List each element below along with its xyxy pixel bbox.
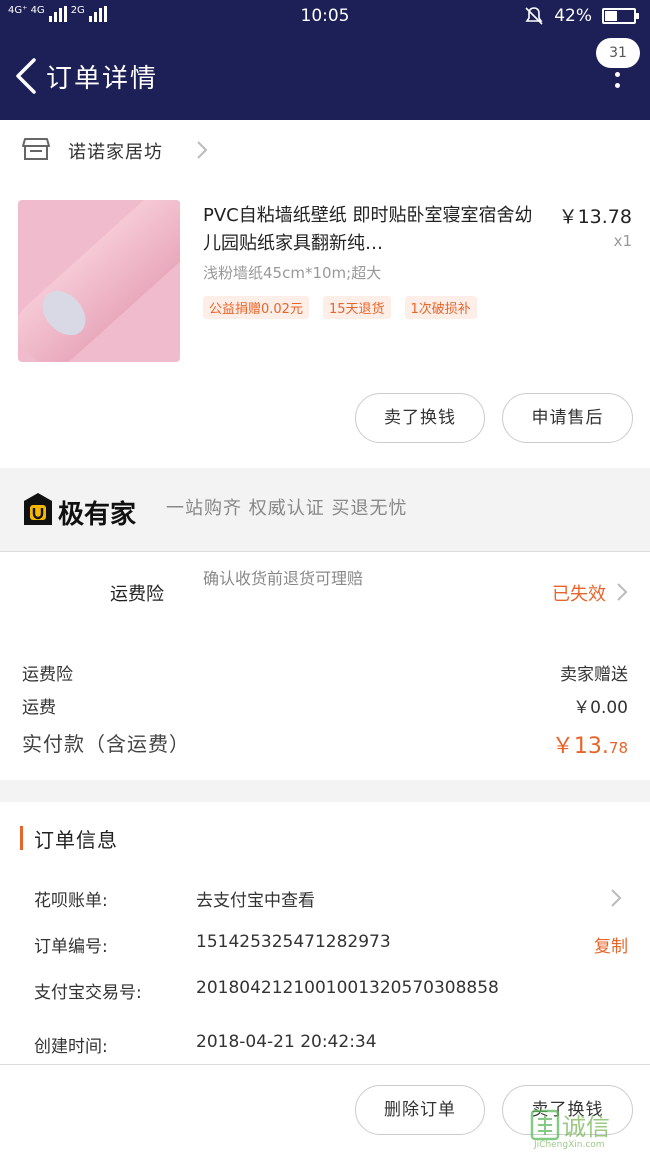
product-price: ￥13.78 <box>558 206 632 228</box>
summary-row-shipping: 运费 ￥0.00 <box>0 687 650 721</box>
message-count-badge: 31 <box>596 38 640 68</box>
svg-text:诚信: 诚信 <box>562 1113 610 1141</box>
huabei-bill-row[interactable]: 花呗账单: 去支付宝中查看 <box>0 878 650 918</box>
info-key: 订单编号: <box>34 937 108 957</box>
info-value: 2018042121001001320570308858 <box>196 978 499 998</box>
after-sale-button[interactable]: 申请售后 <box>502 393 633 443</box>
info-value: 2018-04-21 20:42:34 <box>196 1032 377 1052</box>
summary-value: ￥0.00 <box>573 698 628 718</box>
promo-banner[interactable]: 极有家 一站购齐 权威认证 买退无忧 <box>0 468 650 552</box>
info-value: 151425325471282973 <box>196 932 391 952</box>
summary-value: 卖家赠送 <box>560 665 628 685</box>
product-item[interactable]: PVC自粘墙纸壁纸 即时贴卧室寝室宿舍幼儿园贴纸家具翻新纯… ￥13.78 x1… <box>0 190 650 370</box>
store-name: 诺诺家居坊 <box>68 142 163 163</box>
back-arrow-icon[interactable] <box>12 56 38 96</box>
nav-bar: 订单详情 31 <box>0 34 650 120</box>
bottom-action-bar: 删除订单 卖了换钱 诚信 JiChengXin.com <box>0 1064 650 1155</box>
info-key: 创建时间: <box>34 1037 108 1057</box>
promo-brand-name: 极有家 <box>58 500 137 530</box>
store-icon <box>22 138 50 160</box>
summary-row-paid: 实付款（含运费） ￥13.78 <box>0 722 650 762</box>
section-title: 订单信息 <box>34 828 118 852</box>
info-value: 去支付宝中查看 <box>196 891 315 911</box>
created-time-row: 创建时间: 2018-04-21 20:42:34 <box>0 1024 650 1064</box>
insurance-label: 运费险 <box>110 584 164 605</box>
battery-icon <box>602 8 639 24</box>
product-thumbnail[interactable] <box>18 200 180 362</box>
info-key: 花呗账单: <box>34 891 108 911</box>
service-tag: 公益捐赠0.02元 <box>203 296 309 319</box>
page-title: 订单详情 <box>46 64 159 94</box>
chevron-right-icon <box>617 583 628 601</box>
chevron-right-icon <box>197 141 208 159</box>
product-quantity: x1 <box>613 232 632 250</box>
svg-text:JiChengXin.com: JiChengXin.com <box>533 1140 605 1149</box>
insurance-description: 确认收货前退货可理赔 <box>203 569 364 588</box>
order-info-header: 订单信息 <box>0 818 650 858</box>
watermark-logo: 诚信 JiChengXin.com <box>530 1109 610 1149</box>
summary-label: 运费险 <box>22 665 73 685</box>
product-spec: 浅粉墙纸45cm*10m;超大 <box>203 264 382 282</box>
summary-label: 运费 <box>22 698 56 718</box>
promo-slogan: 一站购齐 权威认证 买退无忧 <box>166 498 408 519</box>
paid-amount: ￥13.78 <box>551 734 628 759</box>
insurance-status: 已失效 <box>552 584 606 605</box>
paid-label: 实付款（含运费） <box>22 732 190 756</box>
shipping-insurance-row[interactable]: 运费险 确认收货前退货可理赔 已失效 <box>0 552 650 642</box>
product-title: PVC自粘墙纸壁纸 即时贴卧室寝室宿舍幼儿园贴纸家具翻新纯… <box>203 205 533 254</box>
battery-level <box>605 11 617 21</box>
chevron-right-icon <box>611 889 622 907</box>
order-number-row: 订单编号: 151425325471282973 复制 <box>0 924 650 964</box>
store-row[interactable]: 诺诺家居坊 <box>0 120 650 178</box>
more-menu-button[interactable]: 31 <box>596 38 642 98</box>
more-dots-icon <box>615 72 621 94</box>
alipay-trade-row: 支付宝交易号: 2018042121001001320570308858 <box>0 970 650 1010</box>
battery-percent: 42% <box>554 6 592 26</box>
jiyoujia-logo-icon <box>24 493 52 525</box>
mute-bell-icon <box>525 7 543 25</box>
info-key: 支付宝交易号: <box>34 983 142 1003</box>
copy-button[interactable]: 复制 <box>594 932 628 957</box>
delete-order-button[interactable]: 删除订单 <box>355 1085 485 1135</box>
summary-row-insurance: 运费险 卖家赠送 <box>0 654 650 688</box>
section-divider <box>0 780 650 802</box>
service-tags: 公益捐赠0.02元 15天退货 1次破损补 <box>203 296 477 319</box>
service-tag: 1次破损补 <box>404 296 477 319</box>
sell-for-cash-button[interactable]: 卖了换钱 <box>355 393 485 443</box>
service-tag: 15天退货 <box>322 296 391 319</box>
status-bar: 4G⁺ 4G 2G 10:05 42% <box>0 0 650 34</box>
